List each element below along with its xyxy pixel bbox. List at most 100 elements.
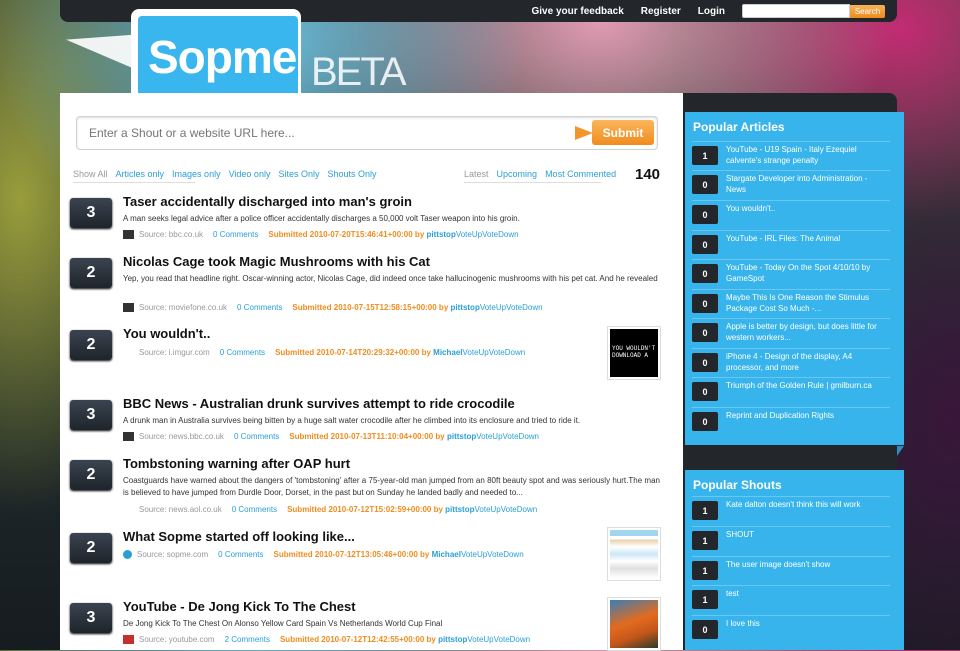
comments-link[interactable]: 2 Comments	[225, 635, 270, 644]
article-score[interactable]: 1	[692, 146, 718, 165]
vote-links[interactable]: VoteUpVoteDown	[475, 505, 538, 514]
shout-score[interactable]: 1	[692, 590, 718, 609]
comments-link[interactable]: 0 Comments	[218, 550, 263, 559]
shout-text[interactable]: test	[726, 588, 886, 599]
filter-articles[interactable]: Articles only	[116, 169, 165, 179]
vote-links[interactable]: VoteUpVoteDown	[461, 550, 524, 559]
popular-article-item[interactable]: 0 Reprint and Duplication Rights	[692, 407, 890, 437]
article-score[interactable]: 0	[692, 264, 718, 283]
logo-text[interactable]: Sopme	[148, 30, 297, 84]
user-link[interactable]: Michael	[433, 348, 462, 357]
register-link[interactable]: Register	[641, 6, 681, 17]
popular-article-item[interactable]: 0 Stargate Developer into Administration …	[692, 170, 890, 200]
article-score[interactable]: 0	[692, 235, 718, 254]
shout-score[interactable]: 1	[692, 501, 718, 520]
popular-shout-item[interactable]: 1 Kate dalton doesn't think this will wor…	[692, 496, 890, 526]
filter-images[interactable]: Images only	[172, 169, 221, 179]
item-title[interactable]: BBC News - Australian drunk survives att…	[123, 396, 515, 411]
popular-article-item[interactable]: 0 iPhone 4 - Design of the display, A4 pr…	[692, 348, 890, 378]
item-title[interactable]: Taser accidentally discharged into man's…	[123, 194, 412, 209]
article-score[interactable]: 0	[692, 323, 718, 342]
shout-score[interactable]: 1	[692, 561, 718, 580]
vote-count[interactable]: 2	[70, 460, 112, 490]
popular-article-item[interactable]: 1 YouTube - U19 Spain - Italy Ezequiel ca…	[692, 141, 890, 171]
vote-count[interactable]: 3	[70, 603, 112, 633]
sort-upcoming[interactable]: Upcoming	[497, 169, 538, 179]
filter-shouts[interactable]: Shouts Only	[327, 169, 376, 179]
popular-shout-item[interactable]: 1 The user image doesn't show	[692, 556, 890, 586]
comments-link[interactable]: 0 Comments	[232, 505, 277, 514]
vote-links[interactable]: VoteUpVoteDown	[480, 303, 543, 312]
popular-article-item[interactable]: 0 You wouldn't..	[692, 200, 890, 230]
vote-links[interactable]: VoteUpVoteDown	[476, 432, 539, 441]
shout-score[interactable]: 1	[692, 531, 718, 550]
vote-count[interactable]: 3	[70, 198, 112, 228]
item-title[interactable]: YouTube - De Jong Kick To The Chest	[123, 599, 356, 614]
shout-input[interactable]	[87, 125, 571, 141]
popular-article-item[interactable]: 0 YouTube - IRL Files: The Animal	[692, 230, 890, 260]
article-title[interactable]: Reprint and Duplication Rights	[726, 410, 886, 421]
vote-links[interactable]: VoteUpVoteDown	[467, 635, 530, 644]
user-link[interactable]: pittstop	[427, 230, 456, 239]
sort-most-commented[interactable]: Most Commented	[545, 169, 616, 179]
comments-link[interactable]: 0 Comments	[234, 432, 279, 441]
sort-latest[interactable]: Latest	[464, 169, 489, 179]
comments-link[interactable]: 0 Comments	[213, 230, 258, 239]
article-title[interactable]: You wouldn't..	[726, 203, 886, 214]
item-thumbnail[interactable]: YOU WOULDN'T DOWNLOAD A	[607, 326, 661, 380]
article-title[interactable]: YouTube - Today On the Spot 4/10/10 by G…	[726, 262, 886, 284]
popular-article-item[interactable]: 0 YouTube - Today On the Spot 4/10/10 by …	[692, 259, 890, 289]
item-title[interactable]: You wouldn't..	[123, 326, 210, 341]
article-score[interactable]: 0	[692, 205, 718, 224]
article-title[interactable]: iPhone 4 - Design of the display, A4 pro…	[726, 351, 886, 373]
popular-shout-item[interactable]: 1 test	[692, 585, 890, 615]
shout-text[interactable]: SHOUT	[726, 529, 886, 540]
user-link[interactable]: pittstop	[445, 505, 474, 514]
article-title[interactable]: YouTube - IRL Files: The Animal	[726, 233, 886, 244]
article-title[interactable]: Triumph of the Golden Rule | gmilburn.ca	[726, 380, 886, 391]
user-link[interactable]: Michael	[432, 550, 461, 559]
shout-score[interactable]: 0	[692, 620, 718, 639]
popular-article-item[interactable]: 0 Maybe This Is One Reason the Stimulus P…	[692, 289, 890, 319]
login-link[interactable]: Login	[698, 6, 725, 17]
vote-count[interactable]: 2	[70, 258, 112, 288]
article-score[interactable]: 0	[692, 294, 718, 313]
popular-shout-item[interactable]: 1 SHOUT	[692, 526, 890, 556]
vote-count[interactable]: 2	[70, 330, 112, 360]
article-title[interactable]: Stargate Developer into Administration -…	[726, 173, 886, 195]
article-score[interactable]: 0	[692, 353, 718, 372]
comments-link[interactable]: 0 Comments	[237, 303, 282, 312]
comments-link[interactable]: 0 Comments	[220, 348, 265, 357]
submit-button[interactable]: Submit	[592, 120, 654, 145]
article-title[interactable]: YouTube - U19 Spain - Italy Ezequiel cal…	[726, 144, 886, 166]
top-search-button[interactable]: Search	[850, 4, 885, 18]
user-link[interactable]: pittstop	[438, 635, 467, 644]
vote-count[interactable]: 2	[70, 533, 112, 563]
popular-article-item[interactable]: 0 Apple is better by design, but does lit…	[692, 318, 890, 348]
user-link[interactable]: pittstop	[451, 303, 480, 312]
shout-text[interactable]: I love this	[726, 618, 886, 629]
item-thumbnail[interactable]	[607, 597, 661, 651]
item-title[interactable]: What Sopme started off looking like...	[123, 529, 355, 544]
article-score[interactable]: 0	[692, 175, 718, 194]
popular-shout-item[interactable]: 0 I love this	[692, 615, 890, 645]
vote-count[interactable]: 3	[70, 400, 112, 430]
item-thumbnail[interactable]	[607, 527, 661, 581]
shout-text[interactable]: The user image doesn't show	[726, 559, 886, 570]
article-title[interactable]: Maybe This Is One Reason the Stimulus Pa…	[726, 292, 886, 314]
user-link[interactable]: pittstop	[447, 432, 476, 441]
article-score[interactable]: 0	[692, 412, 718, 431]
filter-video[interactable]: Video only	[229, 169, 271, 179]
item-title[interactable]: Nicolas Cage took Magic Mushrooms with h…	[123, 254, 430, 269]
article-title[interactable]: Apple is better by design, but does litt…	[726, 321, 886, 343]
popular-article-item[interactable]: 0 Triumph of the Golden Rule | gmilburn.c…	[692, 377, 890, 407]
filter-sites[interactable]: Sites Only	[278, 169, 319, 179]
vote-links[interactable]: VoteUpVoteDown	[463, 348, 526, 357]
filter-show-all[interactable]: Show All	[73, 169, 108, 179]
item-title[interactable]: Tombstoning warning after OAP hurt	[123, 456, 350, 471]
top-search-input[interactable]	[742, 4, 850, 18]
feedback-link[interactable]: Give your feedback	[532, 6, 624, 17]
vote-links[interactable]: VoteUpVoteDown	[456, 230, 519, 239]
article-score[interactable]: 0	[692, 382, 718, 401]
shout-text[interactable]: Kate dalton doesn't think this will work	[726, 499, 886, 510]
